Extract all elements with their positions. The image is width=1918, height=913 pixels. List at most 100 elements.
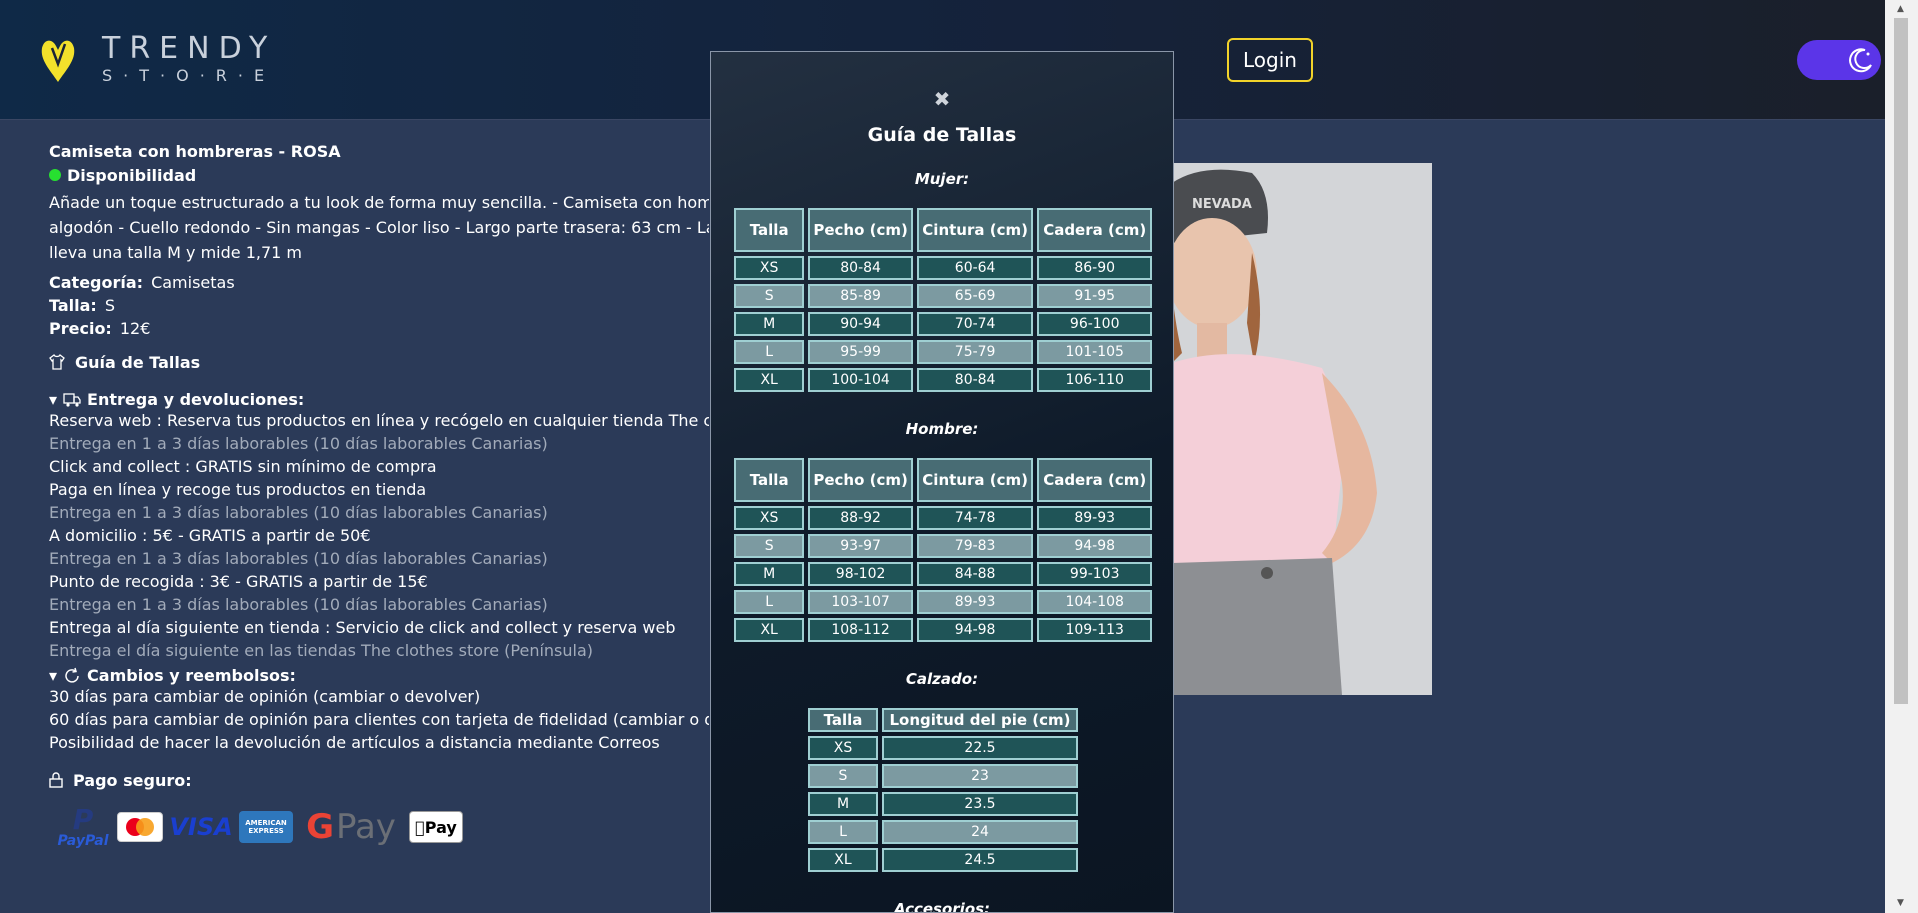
returns-section-toggle[interactable]: ▾ Cambios y reembolsos: — [49, 664, 739, 687]
apple-pay-logo: Pay — [409, 811, 463, 843]
delivery-line: A domicilio : 5€ - GRATIS a partir de 50… — [49, 526, 371, 545]
page-scrollbar[interactable]: ▲ ▼ — [1885, 0, 1918, 913]
category-value: Camisetas — [151, 273, 235, 292]
scrollbar-thumb[interactable] — [1894, 18, 1908, 704]
table-cell: 60-64 — [916, 256, 1034, 280]
table-row: XL 100-104 80-84 106-110 — [734, 368, 1152, 392]
login-button[interactable]: Login — [1227, 38, 1313, 82]
delivery-line: Punto de recogida : 3€ - GRATIS a partir… — [49, 572, 428, 591]
svg-text:NEVADA: NEVADA — [1192, 197, 1252, 212]
table-cell: XS — [808, 736, 878, 760]
delivery-section-toggle[interactable]: ▾ Entrega y devoluciones: — [49, 388, 739, 411]
table-cell: 93-97 — [808, 534, 913, 558]
table-cell: 24 — [882, 820, 1078, 844]
returns-heading: Cambios y reembolsos: — [87, 666, 296, 685]
table-row: M 98-102 84-88 99-103 — [734, 562, 1152, 586]
table-row: S 93-97 79-83 94-98 — [734, 534, 1152, 558]
table-header-cell: Pecho (cm) — [808, 208, 913, 252]
logo-wordmark: TRENDY — [102, 31, 277, 66]
scroll-down-arrow-icon[interactable]: ▼ — [1897, 898, 1904, 908]
table-cell: 108-112 — [808, 618, 913, 642]
size-guide-modal: ✖ Guía de Tallas Mujer: Talla Pecho (cm) C… — [710, 51, 1174, 913]
description-line: Añade un toque estructurado a tu look de… — [49, 193, 709, 212]
table-cell: S — [734, 284, 805, 308]
table-row: S 85-89 65-69 91-95 — [734, 284, 1152, 308]
caret-down-icon: ▾ — [49, 390, 58, 409]
table-cell: 101-105 — [1037, 340, 1152, 364]
size-label: Talla: — [49, 296, 97, 315]
product-photo: NEVADA — [1172, 163, 1432, 695]
table-cell: 84-88 — [916, 562, 1034, 586]
theme-toggle[interactable] — [1797, 40, 1881, 80]
table-row: XL 24.5 — [808, 848, 1078, 872]
caret-down-icon: ▾ — [49, 666, 58, 685]
table-row: XL 108-112 94-98 109-113 — [734, 618, 1152, 642]
shoes-title: Calzado: — [905, 670, 979, 688]
table-cell: 80-84 — [916, 368, 1034, 392]
size-guide-label: Guía de Tallas — [75, 352, 201, 372]
table-row: L 24 — [808, 820, 1078, 844]
women-title: Mujer: — [914, 170, 970, 188]
truck-icon — [63, 392, 81, 407]
table-cell: 70-74 — [916, 312, 1034, 336]
table-cell: 85-89 — [808, 284, 913, 308]
amex-logo: AMERICAN EXPRESS — [239, 811, 293, 843]
size-row: Talla: S — [49, 296, 739, 319]
table-header-cell: Cintura (cm) — [916, 458, 1034, 502]
table-cell: 109-113 — [1037, 618, 1152, 642]
mastercard-logo — [117, 812, 163, 842]
table-header-cell: Talla — [734, 458, 805, 502]
delivery-list: Reserva web : Reserva tus productos en l… — [49, 411, 739, 664]
table-cell: 65-69 — [916, 284, 1034, 308]
table-cell: 75-79 — [916, 340, 1034, 364]
size-guide-link[interactable]: Guía de Tallas — [49, 351, 739, 373]
table-cell: 104-108 — [1037, 590, 1152, 614]
product-details: Camiseta con hombreras - ROSA Disponibil… — [49, 142, 739, 849]
table-cell: XL — [808, 848, 878, 872]
table-cell: 79-83 — [916, 534, 1034, 558]
table-cell: 89-93 — [1037, 506, 1152, 530]
payment-heading-label: Pago seguro: — [73, 770, 192, 790]
table-cell: 106-110 — [1037, 368, 1152, 392]
close-icon[interactable]: ✖ — [931, 88, 953, 110]
table-cell: 94-98 — [1037, 534, 1152, 558]
table-cell: 100-104 — [808, 368, 913, 392]
google-pay-logo: G Pay — [306, 807, 396, 847]
delivery-line: Paga en línea y recoge tus productos en … — [49, 480, 427, 499]
table-row: L 95-99 75-79 101-105 — [734, 340, 1152, 364]
description-line: algodón - Cuello redondo - Sin mangas - … — [49, 218, 709, 237]
table-cell: L — [734, 590, 805, 614]
paypal-logo: P PayPal — [57, 803, 109, 849]
table-cell: XS — [734, 506, 805, 530]
delivery-line: Entrega en 1 a 3 días laborables (10 día… — [49, 434, 548, 453]
delivery-line: Entrega el día siguiente en las tiendas … — [49, 641, 594, 660]
table-cell: M — [734, 562, 805, 586]
price-label: Precio: — [49, 319, 112, 338]
table-cell: XL — [734, 618, 805, 642]
delivery-line: Click and collect : GRATIS sin mínimo de… — [49, 457, 437, 476]
table-row: M 90-94 70-74 96-100 — [734, 312, 1152, 336]
scroll-up-arrow-icon[interactable]: ▲ — [1897, 4, 1904, 14]
visa-logo: VISA — [169, 813, 233, 841]
table-header-cell: Talla — [808, 708, 878, 732]
site-logo[interactable]: TRENDY S·T·O·R·E — [38, 30, 298, 90]
availability-status: Disponibilidad — [49, 164, 739, 186]
table-cell: 103-107 — [808, 590, 913, 614]
delivery-line: Entrega al día siguiente en tienda : Ser… — [49, 618, 676, 637]
table-cell: 74-78 — [916, 506, 1034, 530]
available-dot-icon — [49, 169, 61, 181]
table-cell: 90-94 — [808, 312, 913, 336]
table-cell: 99-103 — [1037, 562, 1152, 586]
men-size-table: Talla Pecho (cm) Cintura (cm) Cadera (cm) XS… — [730, 454, 1156, 646]
price-value: 12€ — [119, 319, 151, 338]
table-cell: 95-99 — [808, 340, 913, 364]
product-title: Camiseta con hombreras - ROSA — [49, 142, 341, 161]
delivery-line: Entrega en 1 a 3 días laborables (10 día… — [49, 549, 548, 568]
table-cell: 80-84 — [808, 256, 913, 280]
table-cell: 24.5 — [882, 848, 1078, 872]
table-row: XS 22.5 — [808, 736, 1078, 760]
moon-icon — [1843, 42, 1879, 78]
table-cell: 23.5 — [882, 792, 1078, 816]
returns-line: Posibilidad de hacer la devolución de ar… — [49, 733, 660, 752]
table-cell: 91-95 — [1037, 284, 1152, 308]
